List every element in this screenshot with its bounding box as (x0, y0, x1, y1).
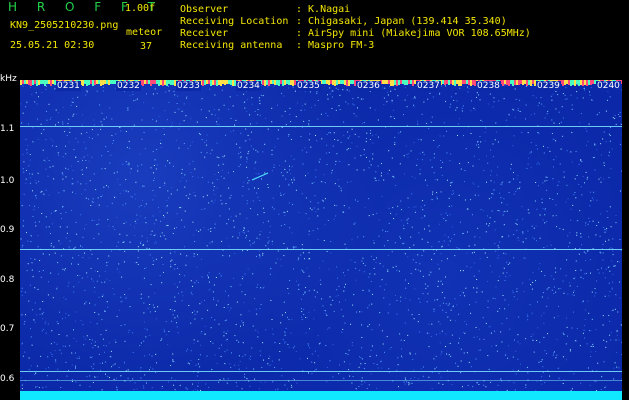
carrier-line-lower (20, 371, 622, 372)
version-label: 1.00f (125, 3, 156, 14)
time-tick-label: 0233 (176, 81, 201, 91)
header-panel: H R O F F T 1.00f KN9_2505210230.png 25.… (0, 0, 629, 78)
receiver-value: : AirSpy mini (Miakejima VOR 108.65MHz) (296, 28, 531, 39)
filename-label: KN9_2505210230.png (10, 20, 119, 31)
y-tick-label: 1.1 (0, 124, 15, 134)
receiver-label: Receiver (180, 28, 229, 39)
y-tick-label: 0.8 (0, 275, 15, 285)
y-tick-label: 0.6 (0, 374, 15, 384)
spectrogram (20, 80, 622, 400)
location-value: : Chigasaki, Japan (139.414 35.340) (296, 16, 507, 27)
time-tick-label: 0240 (596, 81, 621, 91)
bottom-noise-band (20, 391, 622, 400)
observer-label: Observer (180, 4, 229, 15)
antenna-value: : Maspro FM-3 (296, 40, 375, 51)
datetime-label: 25.05.21 02:30 (10, 40, 95, 51)
carrier-line-middle (20, 249, 622, 250)
antenna-label: Receiving antenna (180, 40, 283, 51)
y-tick-label: 0.9 (0, 225, 15, 235)
carrier-line-upper (20, 126, 622, 127)
time-tick-label: 0237 (416, 81, 441, 91)
time-tick-label: 0232 (116, 81, 141, 91)
y-tick-label: 1.0 (0, 176, 15, 186)
time-tick-label: 0231 (56, 81, 81, 91)
meteor-label: meteor (126, 27, 163, 38)
time-tick-label: 0235 (296, 81, 321, 91)
time-tick-label: 0236 (356, 81, 381, 91)
axis-unit-label: kHz (0, 74, 17, 84)
meteor-count: 37 (140, 41, 153, 52)
spectrogram-noise (20, 80, 622, 400)
location-label: Receiving Location (180, 16, 289, 27)
time-tick-label: 0234 (236, 81, 261, 91)
meteor-echo (251, 172, 269, 181)
y-tick-label: 0.7 (0, 324, 15, 334)
time-tick-label: 0238 (476, 81, 501, 91)
carrier-line-lower-faint (20, 380, 622, 381)
time-tick-label: 0239 (536, 81, 561, 91)
observer-value: : K.Nagai (296, 4, 351, 15)
